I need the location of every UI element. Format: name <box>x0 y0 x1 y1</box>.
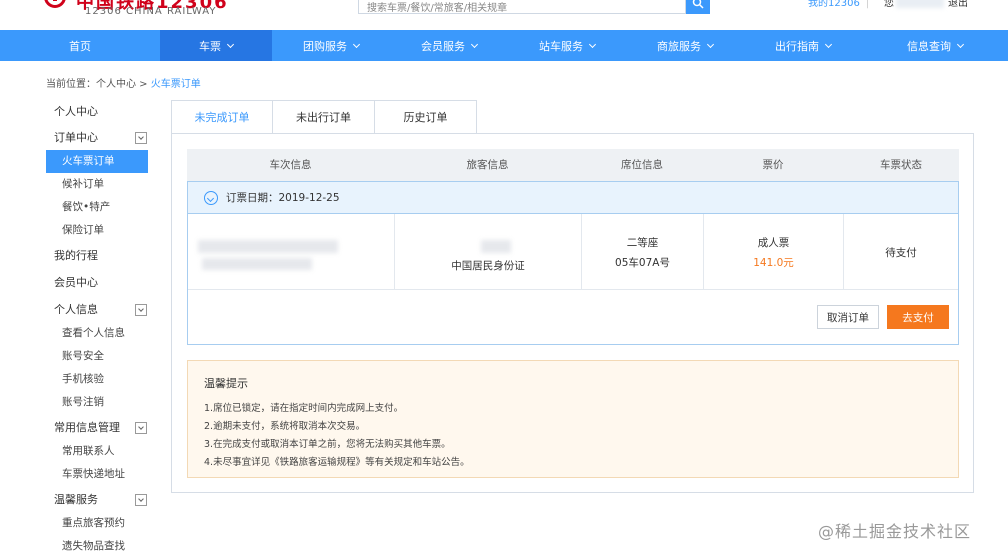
header-seat-info: 席位信息 <box>621 159 663 171</box>
sidebar-member-center[interactable]: 会员中心 <box>46 271 156 295</box>
order-card: 订票日期： 2019-12-25 中国居民身份证 二等座 05车07A号 成人票… <box>187 181 959 345</box>
blurred-train-info <box>198 240 338 253</box>
seat-number: 05车07A号 <box>615 256 670 269</box>
nav-item-0[interactable]: 首页 <box>0 30 160 61</box>
nav-item-6[interactable]: 出行指南 <box>744 30 862 61</box>
tab-history-orders[interactable]: 历史订单 <box>375 100 477 134</box>
watermark: @稀土掘金技术社区 <box>818 522 972 541</box>
sidebar-item-phone-verify[interactable]: 手机核验 <box>46 368 156 391</box>
cancel-order-button[interactable]: 取消订单 <box>817 305 879 329</box>
tip-item: 2.逾期未支付，系统将取消本次交易。 <box>204 421 366 432</box>
sidebar-item-lost-found[interactable]: 遗失物品查找 <box>46 535 156 557</box>
expand-icon[interactable] <box>204 190 218 205</box>
chevron-down-icon <box>470 40 479 48</box>
nav-item-3[interactable]: 会员服务 <box>390 30 508 61</box>
sidebar-item-food-specialty[interactable]: 餐饮•特产 <box>46 196 156 219</box>
sidebar-item-delivery-address[interactable]: 车票快递地址 <box>46 463 156 486</box>
chevron-down-icon <box>956 40 965 48</box>
sidebar-item-insurance-orders[interactable]: 保险订单 <box>46 219 156 242</box>
search-button[interactable] <box>686 0 710 14</box>
chevron-down-icon <box>706 40 715 48</box>
tab-upcoming-orders[interactable]: 未出行订单 <box>273 100 375 134</box>
nav-item-5[interactable]: 商旅服务 <box>626 30 744 61</box>
sidebar-item-account-cancel[interactable]: 账号注销 <box>46 391 156 414</box>
tip-item[interactable]: 4.未尽事宜详见《铁路旅客运输规程》等有关规定和车站公告。 <box>204 454 942 472</box>
status-cell: 待支付 <box>844 214 958 290</box>
tip-item: 3.在完成支付或取消本订单之前，您将无法购买其他车票。 <box>204 439 451 450</box>
table-row: 中国居民身份证 二等座 05车07A号 成人票 141.0元 待支付 <box>188 214 958 290</box>
tips-title: 温馨提示 <box>204 377 248 390</box>
my12306-link[interactable]: 我的12306 | <box>808 0 875 9</box>
order-date-bar[interactable]: 订票日期： 2019-12-25 <box>188 182 958 214</box>
sidebar-my-trip[interactable]: 我的行程 <box>46 244 156 268</box>
breadcrumb-current[interactable]: 火车票订单 <box>151 79 201 90</box>
ticket-price: 141.0元 <box>753 256 794 269</box>
train-info-cell <box>188 214 395 290</box>
passenger-id-type: 中国居民身份证 <box>451 259 525 272</box>
chevron-down-icon <box>226 40 235 48</box>
pay-button[interactable]: 去支付 <box>887 305 949 329</box>
sidebar-item-waitlist-orders[interactable]: 候补订单 <box>46 173 156 196</box>
blurred-train-info <box>202 258 312 270</box>
sidebar-group-warm-service[interactable]: 温馨服务 <box>46 488 156 512</box>
blurred-username <box>896 0 944 8</box>
sidebar-personal-center[interactable]: 个人中心 <box>46 100 156 124</box>
price-cell: 成人票 141.0元 <box>704 214 844 290</box>
chevron-down-icon <box>824 40 833 48</box>
logout-link[interactable]: 退出 <box>948 0 968 9</box>
warm-tips-box: 温馨提示 1.席位已锁定，请在指定时间内完成网上支付。 2.逾期未支付，系统将取… <box>187 360 959 478</box>
breadcrumb: 当前位置：个人中心 > 火车票订单 <box>46 79 201 90</box>
nav-item-2[interactable]: 团购服务 <box>272 30 390 61</box>
sidebar-item-priority-booking[interactable]: 重点旅客预约 <box>46 512 156 535</box>
top-header: 中国铁路12306 12306 CHINA RAILWAY 搜索车票/餐饮/常旅… <box>0 0 1008 30</box>
seat-info-cell: 二等座 05车07A号 <box>582 214 704 290</box>
sidebar-group-orders[interactable]: 订单中心 <box>46 126 156 150</box>
nav-item-4[interactable]: 站车服务 <box>508 30 626 61</box>
seat-class: 二等座 <box>626 236 659 249</box>
ticket-type: 成人票 <box>757 236 790 249</box>
sidebar-item-train-orders[interactable]: 火车票订单 <box>46 150 148 173</box>
search-icon <box>692 0 704 9</box>
collapse-toggle-icon[interactable] <box>135 304 147 316</box>
logo-subtext: 12306 CHINA RAILWAY <box>85 6 217 17</box>
collapse-toggle-icon[interactable] <box>135 132 147 144</box>
sidebar-item-account-security[interactable]: 账号安全 <box>46 345 156 368</box>
collapse-toggle-icon[interactable] <box>135 422 147 434</box>
blurred-passenger-name <box>481 240 511 253</box>
sidebar: 个人中心 订单中心 火车票订单 候补订单 餐饮•特产 保险订单 我的行程 会员中… <box>46 100 156 557</box>
tip-item: 1.席位已锁定，请在指定时间内完成网上支付。 <box>204 403 404 414</box>
order-date: 2019-12-25 <box>278 191 340 204</box>
tab-unfinished-orders[interactable]: 未完成订单 <box>171 100 273 134</box>
header-train-info: 车次信息 <box>269 159 312 171</box>
nav-item-7[interactable]: 信息查询 <box>862 30 1008 61</box>
sidebar-group-personal-info[interactable]: 个人信息 <box>46 298 156 322</box>
order-actions: 取消订单 去支付 <box>188 290 958 344</box>
search-input[interactable]: 搜索车票/餐饮/常旅客/相关规章 <box>358 0 686 14</box>
header-ticket-status: 车票状态 <box>880 159 922 171</box>
nav-item-1[interactable]: 车票 <box>160 30 272 61</box>
collapse-toggle-icon[interactable] <box>135 494 147 506</box>
order-table-header: 车次信息 旅客信息 席位信息 票价 车票状态 <box>187 149 959 181</box>
header-passenger-info: 旅客信息 <box>466 159 509 171</box>
order-tabs: 未完成订单 未出行订单 历史订单 <box>171 100 477 134</box>
sidebar-group-common-info[interactable]: 常用信息管理 <box>46 416 156 440</box>
chevron-down-icon <box>588 40 597 48</box>
ticket-status: 待支付 <box>885 246 917 259</box>
breadcrumb-parent[interactable]: 个人中心 <box>96 79 136 90</box>
passenger-info-cell: 中国居民身份证 <box>395 214 582 290</box>
main-nav: 首页 车票 团购服务 会员服务 站车服务 商旅服务 出行指南 信息查询 <box>0 30 1008 61</box>
sidebar-item-contacts[interactable]: 常用联系人 <box>46 440 156 463</box>
sidebar-item-view-info[interactable]: 查看个人信息 <box>46 322 156 345</box>
header-price: 票价 <box>762 159 784 171</box>
chevron-down-icon <box>352 40 361 48</box>
user-greeting: 您 <box>884 0 894 9</box>
railway-logo-icon[interactable] <box>44 0 66 8</box>
